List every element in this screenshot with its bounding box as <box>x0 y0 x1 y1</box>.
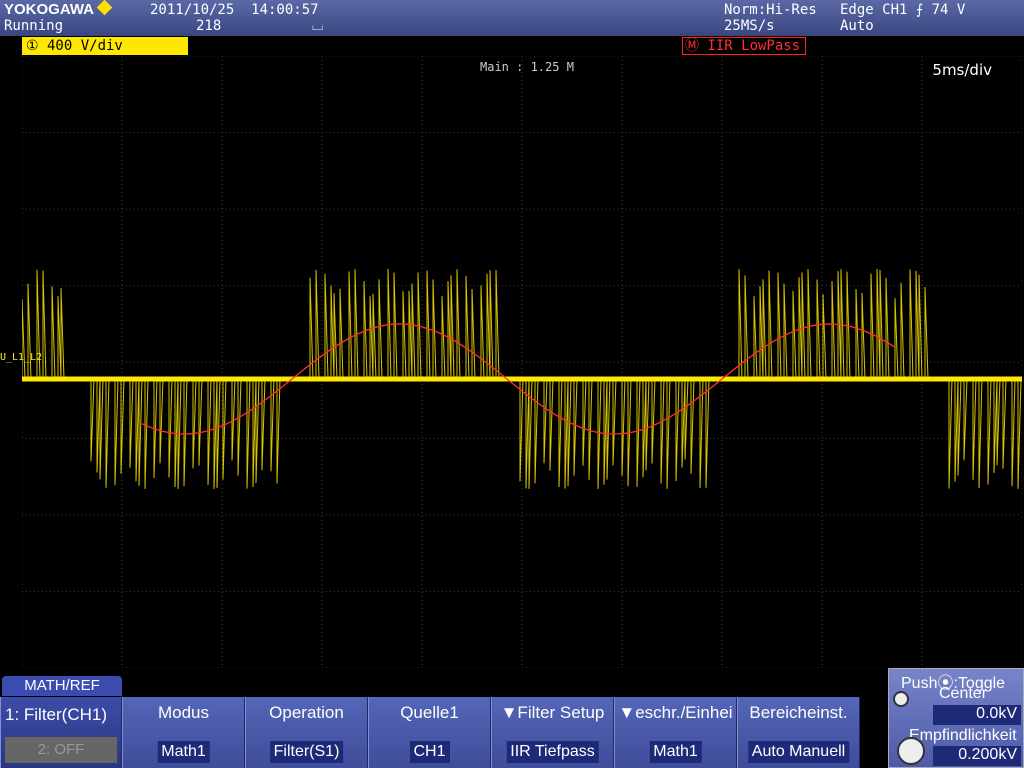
menu-title: MATH/REF <box>2 676 122 696</box>
softkey-filter-setup-value: IIR Tiefpass <box>506 741 599 763</box>
ch1-ground-marker[interactable]: U_L1_L2 <box>0 352 42 363</box>
softkey-label-unit-label: ▼eschr./Einhei <box>618 703 733 722</box>
timebase: 5ms/div <box>932 61 992 79</box>
status-bar: YOKOGAWA Running 2011/10/25 14:00:57 218… <box>0 0 1024 36</box>
knob-panel[interactable]: Push⦿:Toggle Center 0.0kV Empfindlichkei… <box>888 668 1024 768</box>
sensitivity-label: Empfindlichkeit <box>909 727 1017 744</box>
softkey-mode-value: Math1 <box>157 741 210 763</box>
jog-knob-icon[interactable] <box>897 737 925 765</box>
softkey-operation-value: Filter(S1) <box>269 741 344 763</box>
softkey-range[interactable]: Bereicheinst. Auto Manuell <box>737 697 860 768</box>
small-knob-icon <box>893 691 909 707</box>
brand-logo: YOKOGAWA <box>4 0 113 18</box>
trigger-mode: Auto <box>840 18 874 34</box>
acq-mode: Norm:Hi-Res <box>724 2 817 18</box>
math-filter-badge[interactable]: Ⓜ IIR LowPass <box>682 37 806 55</box>
brand-diamond-icon <box>96 0 113 16</box>
center-value[interactable]: 0.0kV <box>933 705 1021 725</box>
softkey-source[interactable]: Quelle1 CH1 <box>368 697 491 768</box>
softkey-source-value: CH1 <box>409 741 450 763</box>
ch1-scale: 400 V/div <box>38 38 123 54</box>
ch1-scale-badge[interactable]: ① 400 V/div <box>22 37 188 55</box>
date-time: 2011/10/25 14:00:57 <box>150 2 319 18</box>
softkey-mode[interactable]: Modus Math1 <box>122 697 245 768</box>
center-label: Center <box>939 685 988 702</box>
softkey-label-unit[interactable]: ▼eschr./Einhei Math1 <box>614 697 737 768</box>
softkey-range-label: Bereicheinst. <box>749 703 848 722</box>
softkey-filter-setup-label: ▼Filter Setup <box>500 703 605 722</box>
run-state: Running <box>4 18 64 34</box>
record-length: Main : 1.25 M <box>480 60 574 74</box>
softkey-filter-select[interactable]: 1: Filter(CH1) 2: OFF <box>0 697 122 768</box>
sensitivity-value[interactable]: 0.200kV <box>933 746 1021 766</box>
softkey-range-value: Auto Manuell <box>747 741 850 763</box>
ch1-marker-label: U_L1_L2 <box>0 352 43 363</box>
softkey-mode-label: Modus <box>157 703 210 722</box>
softkey-filter-off[interactable]: 2: OFF <box>5 737 117 763</box>
trigger-setting: Edge CH1 ⨍ 74 V <box>840 2 966 18</box>
waveform-display <box>22 56 1022 668</box>
softkey-operation[interactable]: Operation Filter(S1) <box>245 697 368 768</box>
sample-rate: 25MS/s <box>724 18 775 34</box>
softkey-source-label: Quelle1 <box>400 703 459 722</box>
graticule <box>22 56 1022 668</box>
softkey-filter-label: 1: Filter(CH1) <box>5 705 108 724</box>
ch1-number: ① <box>26 38 39 54</box>
softkey-filter-setup[interactable]: ▼Filter Setup IIR Tiefpass <box>491 697 614 768</box>
acq-count: 218 <box>196 18 222 34</box>
softkey-label-unit-value: Math1 <box>649 741 702 763</box>
softkey-operation-label: Operation <box>269 703 344 722</box>
trigger-position-icon: ⌴ <box>312 18 324 34</box>
